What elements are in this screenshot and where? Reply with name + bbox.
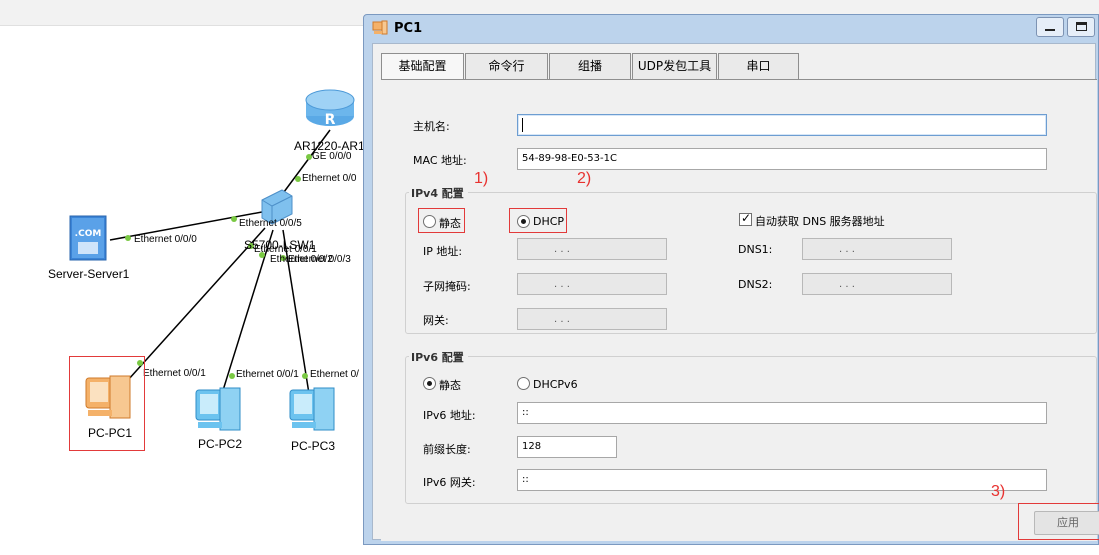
port-label: Ethernet 0/0/0 xyxy=(134,234,197,245)
static-highlight-box xyxy=(418,208,465,233)
ipv6-static-label: 静态 xyxy=(439,379,461,392)
annotation-step-3: 3) xyxy=(991,483,1006,500)
apply-highlight-box xyxy=(1018,503,1099,540)
port-label: Ethernet 0/0/1 xyxy=(236,369,299,380)
dhcp-highlight-box xyxy=(509,208,567,233)
minimize-button[interactable] xyxy=(1036,17,1064,37)
pc1-highlight-box xyxy=(69,356,145,451)
tab-udp-tool[interactable]: UDP发包工具 xyxy=(632,53,717,79)
ipv6-address-label: IPv6 地址: xyxy=(423,409,476,422)
port-label: Ethernet 0/ xyxy=(310,369,359,380)
link-dot xyxy=(229,373,235,379)
subnet-mask-input[interactable]: . . . xyxy=(517,273,667,295)
link-dot xyxy=(302,373,308,379)
server-icon-text: .COM xyxy=(75,229,102,239)
pc-app-icon xyxy=(372,20,388,35)
port-label: Ethernet 0/0/5 xyxy=(239,218,302,229)
prefix-length-input[interactable]: 128 xyxy=(517,436,617,458)
dns1-label: DNS1: xyxy=(738,243,773,256)
router-icon: R xyxy=(305,89,355,128)
auto-dns-label: 自动获取 DNS 服务器地址 xyxy=(755,215,885,228)
link-dot xyxy=(125,235,131,241)
pc3-name[interactable]: PC-PC3 xyxy=(291,439,335,453)
ipv6-dhcpv6-label: DHCPv6 xyxy=(533,378,578,391)
port-label: Ethernet 0/0 xyxy=(302,173,357,184)
checkmark-icon: ✓ xyxy=(741,211,752,225)
dns2-label: DNS2: xyxy=(738,278,773,291)
ipv6-address-input[interactable]: :: xyxy=(517,402,1047,424)
dns1-dots: . . . xyxy=(839,244,855,255)
window-title: PC1 xyxy=(394,21,423,36)
tab-multicast[interactable]: 组播 xyxy=(549,53,631,79)
link-dot xyxy=(231,216,237,222)
hostname-input[interactable] xyxy=(517,114,1047,136)
hostname-label: 主机名: xyxy=(413,120,450,133)
ipv6-group-title: IPv6 配置 xyxy=(409,349,468,365)
mac-label: MAC 地址: xyxy=(413,154,467,167)
subnet-mask-label: 子网掩码: xyxy=(423,280,471,293)
window-titlebar[interactable]: PC1 xyxy=(364,15,1098,41)
maximize-button[interactable] xyxy=(1067,17,1095,37)
pc2-icon xyxy=(195,387,241,431)
tab-basic-config[interactable]: 基础配置 xyxy=(381,53,464,80)
ipv6-static-radio[interactable] xyxy=(423,377,436,390)
annotation-step-2: 2) xyxy=(577,170,592,187)
link-dot xyxy=(295,176,301,182)
dns2-input[interactable]: . . . xyxy=(802,273,952,295)
text-caret xyxy=(522,118,523,132)
dns2-dots: . . . xyxy=(839,279,855,290)
maximize-icon xyxy=(1076,22,1087,31)
ipv6-dhcpv6-radio[interactable] xyxy=(517,377,530,390)
gateway-dots: . . . xyxy=(554,314,570,325)
ipv4-group-title: IPv4 配置 xyxy=(409,185,468,201)
prefix-length-label: 前缀长度: xyxy=(423,443,471,456)
server-icon: .COM xyxy=(69,215,107,261)
window-client-area: 基础配置 命令行 组播 UDP发包工具 串口 主机名: MAC 地址: 54-8… xyxy=(372,43,1099,541)
ipv6-gateway-label: IPv6 网关: xyxy=(423,476,476,489)
router-icon-letter: R xyxy=(325,112,336,128)
pc2-name[interactable]: PC-PC2 xyxy=(198,437,242,451)
pc1-config-window: PC1 基础配置 命令行 组播 UDP发包工具 串口 主机名: MAC 地址: … xyxy=(363,14,1099,545)
ip-address-input[interactable]: . . . xyxy=(517,238,667,260)
ip-address-label: IP 地址: xyxy=(423,245,463,258)
port-label: Ethernet 0/0/1 xyxy=(143,368,206,379)
auto-dns-checkbox[interactable]: ✓ xyxy=(739,211,752,226)
tab-command-line[interactable]: 命令行 xyxy=(465,53,548,79)
annotation-step-1: 1) xyxy=(474,170,489,187)
tab-serial[interactable]: 串口 xyxy=(718,53,799,79)
dns1-input[interactable]: . . . xyxy=(802,238,952,260)
ipv6-gateway-input[interactable]: :: xyxy=(517,469,1047,491)
minimize-icon xyxy=(1045,29,1055,31)
server-name[interactable]: Server-Server1 xyxy=(48,267,129,281)
mac-input[interactable]: 54-89-98-E0-53-1C xyxy=(517,148,1047,170)
subnet-mask-dots: . . . xyxy=(554,279,570,290)
ip-address-dots: . . . xyxy=(554,244,570,255)
basic-config-panel: 主机名: MAC 地址: 54-89-98-E0-53-1C IPv4 配置 静… xyxy=(381,79,1099,541)
gateway-label: 网关: xyxy=(423,314,449,327)
pc3-icon xyxy=(289,387,335,431)
port-label: GE 0/0/0 xyxy=(312,151,352,162)
gateway-input[interactable]: . . . xyxy=(517,308,667,330)
port-label: Ethernet 0/0/3 xyxy=(288,254,351,265)
